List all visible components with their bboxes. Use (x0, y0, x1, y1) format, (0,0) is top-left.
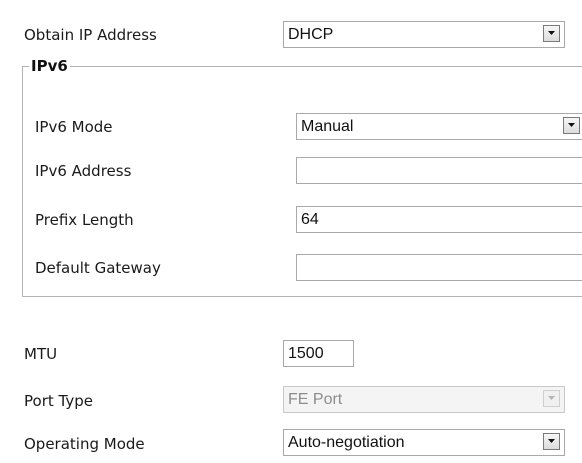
mtu-input[interactable]: 1500 (283, 340, 354, 367)
obtain-ip-select[interactable]: DHCP (283, 21, 565, 48)
prefix-length-label: Prefix Length (35, 211, 134, 229)
ipv6-group-legend: IPv6 (29, 57, 70, 75)
ipv6-mode-select[interactable]: Manual (296, 113, 582, 140)
port-type-value: FE Port (288, 391, 343, 408)
chevron-down-icon (543, 390, 560, 407)
chevron-down-icon[interactable] (543, 25, 560, 42)
default-gateway-input[interactable] (296, 254, 582, 281)
prefix-length-input[interactable]: 64 (296, 206, 582, 233)
port-type-label: Port Type (24, 392, 93, 410)
operating-mode-value: Auto-negotiation (288, 434, 405, 451)
ipv6-address-label: IPv6 Address (35, 162, 132, 180)
mtu-label: MTU (24, 345, 58, 363)
obtain-ip-label: Obtain IP Address (24, 26, 157, 44)
ipv6-mode-value: Manual (301, 118, 354, 135)
operating-mode-select[interactable]: Auto-negotiation (283, 429, 565, 456)
ipv6-mode-label: IPv6 Mode (35, 118, 113, 136)
default-gateway-label: Default Gateway (35, 259, 161, 277)
port-type-select: FE Port (283, 386, 565, 413)
obtain-ip-value: DHCP (288, 26, 334, 43)
operating-mode-label: Operating Mode (24, 435, 145, 453)
chevron-down-icon[interactable] (543, 433, 560, 450)
chevron-down-icon[interactable] (563, 117, 580, 134)
ipv6-address-input[interactable] (296, 157, 582, 184)
